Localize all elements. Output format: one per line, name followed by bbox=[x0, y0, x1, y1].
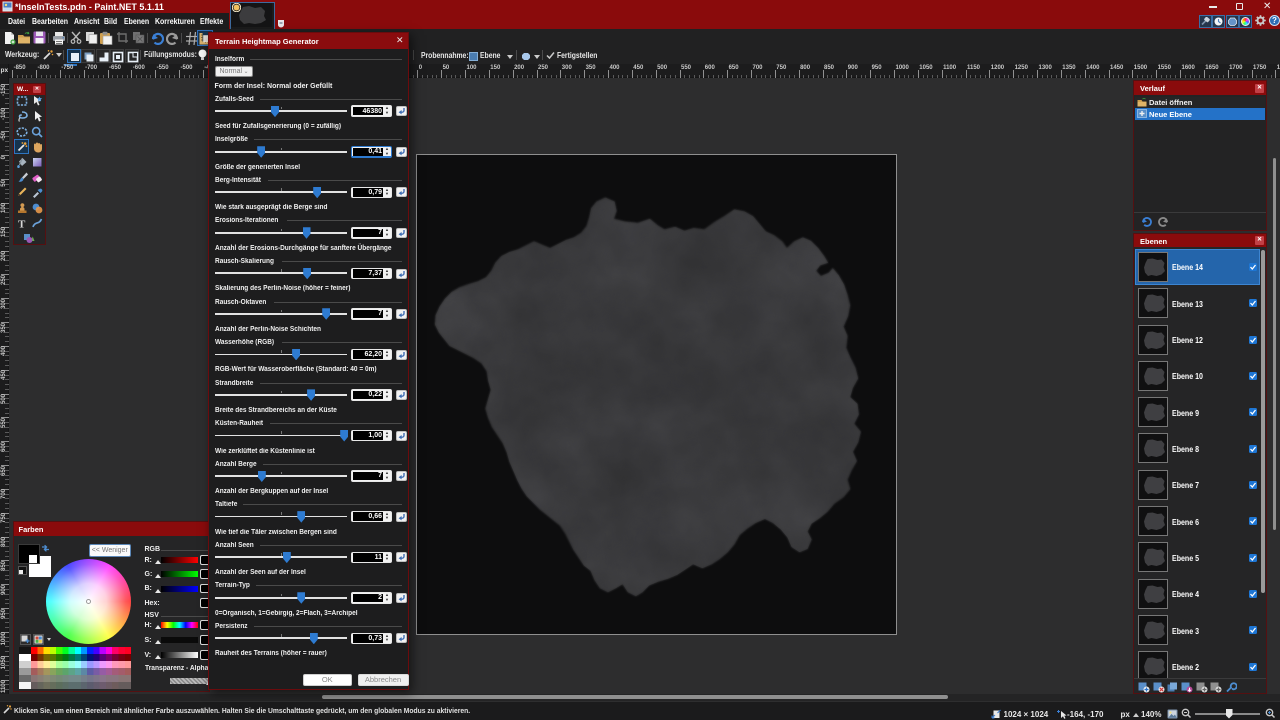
svg-text:T: T bbox=[18, 218, 26, 229]
